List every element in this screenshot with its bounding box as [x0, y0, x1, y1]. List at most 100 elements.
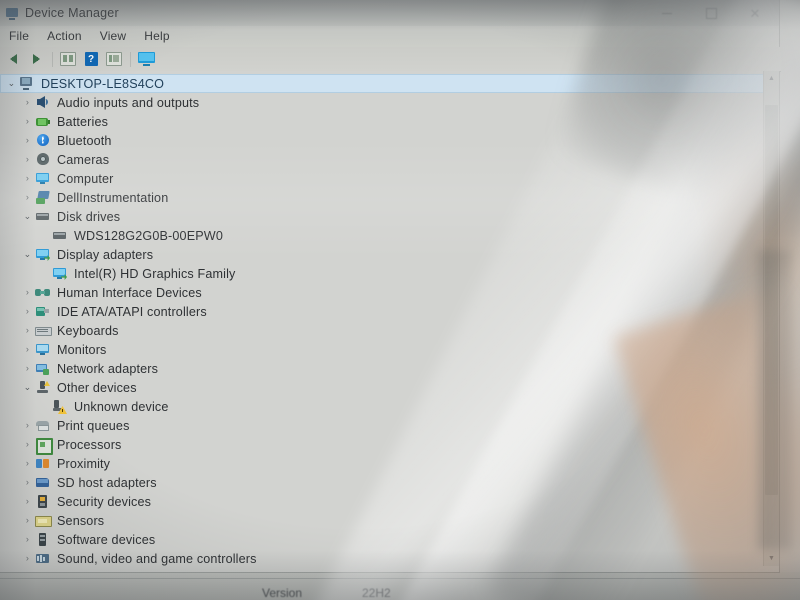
- chevron-right-icon[interactable]: ›: [20, 283, 35, 302]
- scrollbar-thumb[interactable]: [765, 105, 778, 495]
- tree-item-label: Monitors: [57, 342, 107, 357]
- minimize-button[interactable]: [645, 0, 689, 26]
- menu-view[interactable]: View: [91, 26, 136, 47]
- bluetooth-icon: [35, 133, 51, 148]
- tree-item-intel-hd-graphics[interactable]: Intel(R) HD Graphics Family: [0, 264, 779, 283]
- chevron-right-icon[interactable]: ›: [20, 359, 35, 378]
- ide-controller-icon: [35, 304, 51, 319]
- network-adapter-icon: [35, 361, 51, 376]
- chevron-right-icon[interactable]: ›: [20, 473, 35, 492]
- scroll-down-arrow[interactable]: ▼: [764, 551, 779, 566]
- tree-item-keyboards[interactable]: › Keyboards: [0, 321, 779, 340]
- tree-item-hid[interactable]: › Human Interface Devices: [0, 283, 779, 302]
- chevron-right-icon[interactable]: ›: [20, 169, 35, 188]
- tree-item-network-adapters[interactable]: › Network adapters: [0, 359, 779, 378]
- tree-item-dellinstrumentation[interactable]: › DellInstrumentation: [0, 188, 779, 207]
- hid-icon: [35, 285, 51, 300]
- chevron-right-icon[interactable]: ›: [20, 454, 35, 473]
- tree-item-wds128g2g0b[interactable]: WDS128G2G0B-00EPW0: [0, 226, 779, 245]
- sensor-icon: [35, 513, 52, 528]
- tree-item-monitors[interactable]: › Monitors: [0, 340, 779, 359]
- menu-action[interactable]: Action: [38, 26, 91, 47]
- tree-item-sound-video-game-controllers[interactable]: › Sound, video and game controllers: [0, 549, 779, 566]
- computer-icon: [35, 171, 51, 186]
- chevron-right-icon[interactable]: ›: [20, 302, 35, 321]
- chevron-down-icon[interactable]: ⌄: [20, 207, 35, 226]
- chevron-right-icon[interactable]: ›: [20, 492, 35, 511]
- tree-item-computer[interactable]: › Computer: [0, 169, 779, 188]
- other-devices-icon: [35, 380, 51, 395]
- tree-item-unknown-device[interactable]: Unknown device: [0, 397, 779, 416]
- tree-item-label: Proximity: [57, 456, 111, 471]
- tree-item-software-devices[interactable]: › Software devices: [0, 530, 779, 549]
- scan-hardware-button[interactable]: [135, 49, 157, 69]
- vertical-scrollbar[interactable]: ▲ ▼: [763, 71, 779, 566]
- chevron-right-icon[interactable]: ›: [20, 549, 35, 566]
- scroll-up-arrow[interactable]: ▲: [764, 71, 779, 86]
- dell-instrumentation-icon: [35, 190, 51, 205]
- version-label: Version: [262, 586, 303, 600]
- sd-host-adapter-icon: [35, 475, 51, 490]
- tree-item-ide-controllers[interactable]: › IDE ATA/ATAPI controllers: [0, 302, 779, 321]
- maximize-button[interactable]: [689, 0, 733, 26]
- tree-item-sd-host-adapters[interactable]: › SD host adapters: [0, 473, 779, 492]
- tree-item-label: Disk drives: [57, 209, 121, 224]
- update-driver-button[interactable]: [103, 49, 125, 69]
- tree-item-audio[interactable]: › Audio inputs and outputs: [0, 93, 779, 112]
- device-manager-window: Device Manager ✕ File Action View Help ?: [0, 0, 781, 572]
- tree-item-processors[interactable]: › Processors: [0, 435, 779, 455]
- tree-item-proximity[interactable]: › Proximity: [0, 454, 779, 473]
- chevron-right-icon[interactable]: ›: [20, 530, 35, 549]
- tree-item-security-devices[interactable]: › Security devices: [0, 492, 779, 511]
- background-settings-window: Version 22H2: [0, 572, 800, 600]
- monitor-icon: [35, 342, 51, 357]
- properties-icon: [60, 52, 76, 66]
- tree-root-desktop[interactable]: ⌄ DESKTOP-LE8S4CO: [0, 74, 779, 93]
- chevron-right-icon[interactable]: ›: [20, 131, 35, 150]
- tree-item-batteries[interactable]: › Batteries: [0, 112, 779, 131]
- chevron-right-icon[interactable]: ›: [20, 112, 35, 131]
- tree-item-disk-drives[interactable]: ⌄ Disk drives: [0, 207, 779, 226]
- battery-icon: [35, 114, 51, 129]
- window-title: Device Manager: [25, 6, 119, 20]
- chevron-down-icon[interactable]: ⌄: [20, 378, 35, 397]
- chevron-right-icon[interactable]: ›: [20, 93, 35, 112]
- tree-item-label: Other devices: [57, 380, 137, 395]
- menu-file[interactable]: File: [0, 26, 38, 47]
- chevron-right-icon[interactable]: ›: [20, 188, 35, 207]
- tree-item-label: Unknown device: [74, 399, 169, 414]
- chevron-right-icon[interactable]: ›: [20, 321, 35, 340]
- forward-button[interactable]: [25, 49, 47, 69]
- menu-help[interactable]: Help: [135, 26, 178, 47]
- printer-icon: [35, 418, 51, 433]
- tree-item-bluetooth[interactable]: › Bluetooth: [0, 131, 779, 150]
- chevron-right-icon[interactable]: ›: [20, 416, 35, 435]
- back-button[interactable]: [2, 49, 24, 69]
- chevron-down-icon[interactable]: ⌄: [20, 245, 35, 264]
- unknown-device-warning-icon: [52, 399, 68, 414]
- tree-item-label: Sensors: [57, 513, 105, 528]
- menu-bar: File Action View Help: [0, 26, 779, 48]
- tree-item-sensors[interactable]: › Sensors: [0, 511, 779, 530]
- device-tree: ⌄ DESKTOP-LE8S4CO › Audio inputs and out…: [0, 71, 779, 566]
- close-button[interactable]: ✕: [733, 0, 777, 26]
- toolbar: ?: [0, 47, 781, 72]
- tree-item-cameras[interactable]: › Cameras: [0, 150, 779, 169]
- chevron-down-icon[interactable]: ⌄: [4, 74, 19, 93]
- chevron-right-icon[interactable]: ›: [20, 435, 35, 454]
- device-tree-scroll-area[interactable]: ⌄ DESKTOP-LE8S4CO › Audio inputs and out…: [0, 71, 779, 566]
- help-button[interactable]: ?: [80, 49, 102, 69]
- tree-item-print-queues[interactable]: › Print queues: [0, 416, 779, 435]
- tree-item-label: SD host adapters: [57, 475, 157, 490]
- display-adapter-icon: [52, 266, 68, 281]
- chevron-right-icon[interactable]: ›: [20, 340, 35, 359]
- chevron-right-icon[interactable]: ›: [20, 150, 35, 169]
- back-arrow-icon: [9, 54, 17, 64]
- forward-arrow-icon: [32, 54, 40, 64]
- chevron-right-icon[interactable]: ›: [20, 511, 35, 530]
- help-question-icon: ?: [84, 52, 98, 66]
- properties-button[interactable]: [57, 49, 79, 69]
- tree-item-display-adapters[interactable]: ⌄ Display adapters: [0, 245, 779, 264]
- tree-item-label: Bluetooth: [57, 133, 112, 148]
- tree-item-other-devices[interactable]: ⌄ Other devices: [0, 378, 779, 397]
